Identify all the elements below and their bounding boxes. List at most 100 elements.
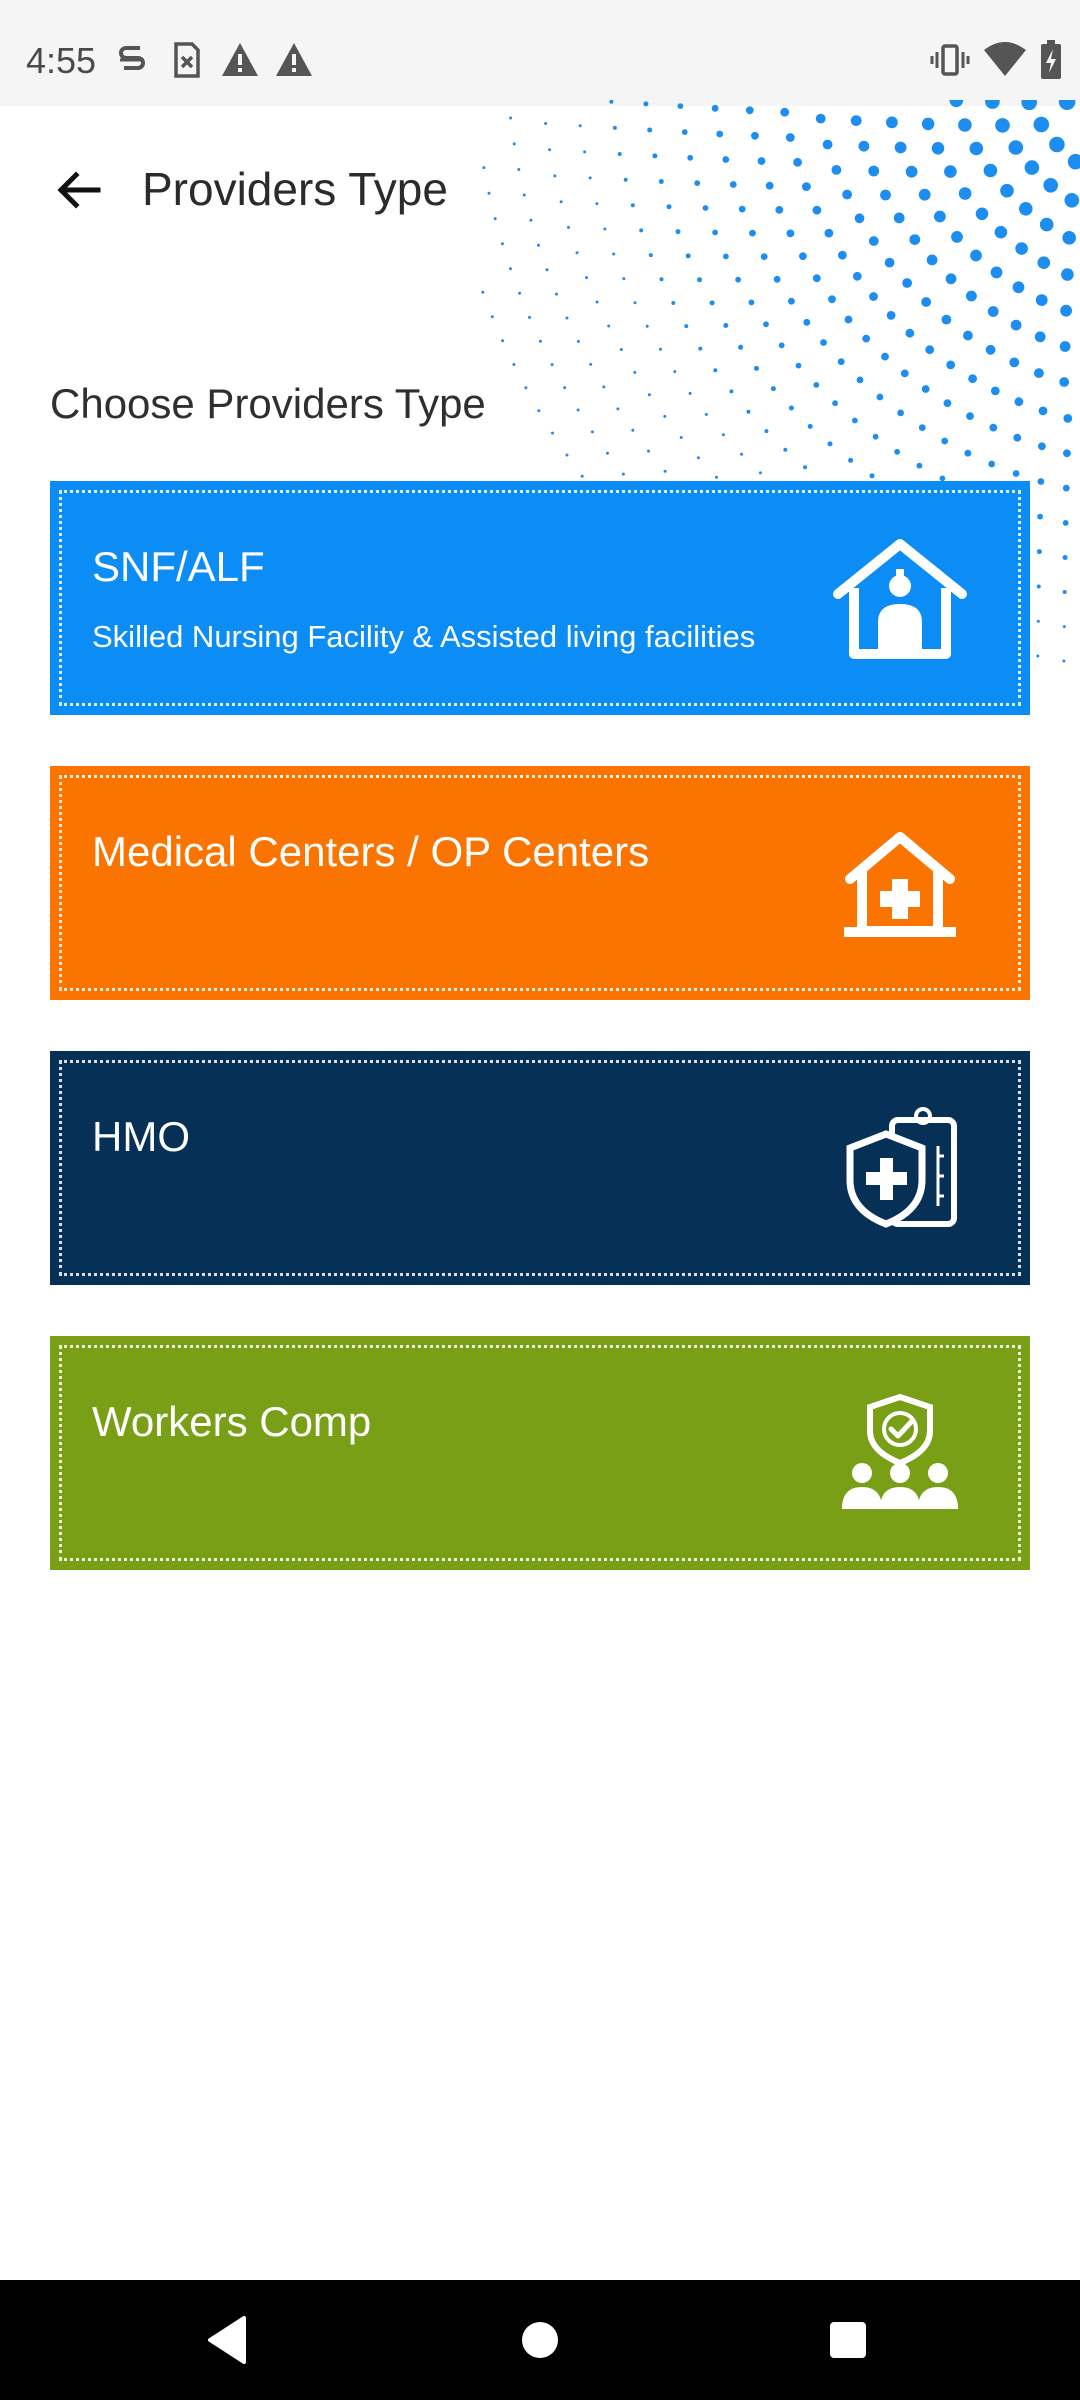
pattern-dot (828, 295, 836, 304)
pattern-dot (1038, 442, 1046, 451)
pattern-dot (1021, 100, 1037, 111)
card-title: SNF/ALF (92, 543, 265, 590)
pattern-dot (848, 457, 854, 463)
pattern-dot (763, 321, 769, 328)
s-icon (119, 46, 145, 70)
provider-card-medical-centers[interactable]: Medical Centers / OP Centers (50, 766, 1030, 1000)
workers-shield-icon (842, 1393, 958, 1509)
pattern-dot (902, 278, 912, 288)
pattern-dot (943, 399, 952, 408)
card-title: Medical Centers / OP Centers (92, 828, 650, 875)
pattern-dot (671, 301, 676, 305)
pattern-dot (1012, 281, 1025, 294)
status-bar: 4:55 (0, 0, 1080, 106)
pattern-dot (704, 412, 708, 416)
pattern-dot (773, 275, 781, 283)
pattern-dot (1036, 619, 1040, 623)
pattern-dot (1038, 406, 1048, 416)
pattern-dot (663, 414, 667, 418)
provider-card-snf-alf[interactable]: SNF/ALF Skilled Nursing Facility & Assis… (50, 481, 1030, 715)
pattern-dot (1034, 331, 1046, 343)
pattern-dot (580, 474, 584, 478)
pattern-dot (735, 276, 741, 283)
pattern-dot (872, 433, 879, 440)
page-title: Providers Type (142, 163, 448, 215)
back-button[interactable] (40, 152, 116, 228)
pattern-dot (1010, 319, 1022, 331)
pattern-dot (916, 462, 923, 469)
pattern-dot (1059, 341, 1071, 352)
provider-card-workers-comp[interactable]: Workers Comp (50, 1336, 1030, 1570)
pattern-dot (807, 423, 813, 429)
pattern-dot (1059, 377, 1070, 387)
pattern-dot (576, 408, 580, 412)
pattern-dot (778, 342, 785, 349)
wifi-icon (984, 42, 1026, 76)
pattern-dot (844, 315, 853, 324)
pattern-dot (812, 274, 821, 283)
status-icons-right (930, 38, 1062, 82)
pattern-dot (595, 300, 599, 304)
pattern-dot (713, 368, 718, 373)
pattern-dot (729, 389, 734, 394)
pattern-dot (633, 301, 637, 305)
pattern-dot (585, 276, 588, 280)
pattern-dot (945, 273, 957, 285)
pattern-dot (550, 363, 554, 367)
pattern-dot (1062, 659, 1066, 663)
status-time: 4:55 (26, 40, 97, 81)
pattern-dot (659, 277, 664, 282)
pattern-dot (876, 393, 884, 401)
pattern-dot (827, 441, 833, 447)
pattern-dot (803, 318, 811, 326)
pattern-dot (563, 386, 567, 390)
pattern-dot (565, 316, 569, 320)
home-circle-icon[interactable] (512, 2312, 568, 2368)
back-triangle-icon[interactable] (200, 2312, 256, 2368)
pattern-dot (869, 473, 875, 479)
pattern-dot (1035, 294, 1048, 306)
pattern-dot (985, 100, 1000, 109)
pattern-dot (616, 407, 620, 411)
pattern-dot (856, 376, 864, 384)
pattern-dot (941, 314, 952, 325)
recents-square-icon[interactable] (820, 2312, 876, 2368)
pattern-dot (788, 405, 794, 411)
pattern-dot (633, 370, 637, 374)
arrow-back-icon (57, 171, 101, 209)
provider-card-hmo[interactable]: HMO (50, 1051, 1030, 1285)
pattern-dot (538, 339, 542, 343)
pattern-dot (481, 290, 485, 294)
pattern-dot (968, 374, 977, 384)
pattern-dot (1009, 357, 1020, 368)
nursing-home-icon (833, 539, 967, 659)
pattern-dot (746, 409, 751, 414)
pattern-dot (619, 348, 623, 351)
pattern-dot (697, 277, 702, 283)
pattern-dot (490, 315, 494, 319)
pattern-dot (985, 344, 996, 355)
pattern-dot (684, 324, 689, 329)
pattern-dot (987, 306, 999, 317)
pattern-dot (963, 330, 973, 341)
pattern-dot (589, 362, 593, 366)
pattern-dot (698, 346, 703, 351)
pattern-dot (659, 347, 662, 351)
pattern-dot (803, 465, 807, 470)
pattern-dot (869, 292, 878, 301)
pattern-dot (788, 297, 795, 305)
pattern-dot (501, 339, 505, 343)
pattern-dot (602, 385, 606, 389)
pattern-dot (1062, 520, 1069, 526)
pattern-dot (921, 385, 930, 393)
pattern-dot (900, 369, 909, 378)
pattern-dot (645, 324, 649, 328)
pattern-dot (607, 324, 611, 328)
battery-charging-icon (1041, 40, 1061, 79)
pattern-dot (647, 449, 650, 453)
pattern-dot (677, 103, 684, 109)
pattern-dot (795, 362, 802, 369)
pattern-dot (770, 386, 776, 392)
pattern-dot (740, 452, 743, 456)
pattern-dot (518, 291, 522, 295)
